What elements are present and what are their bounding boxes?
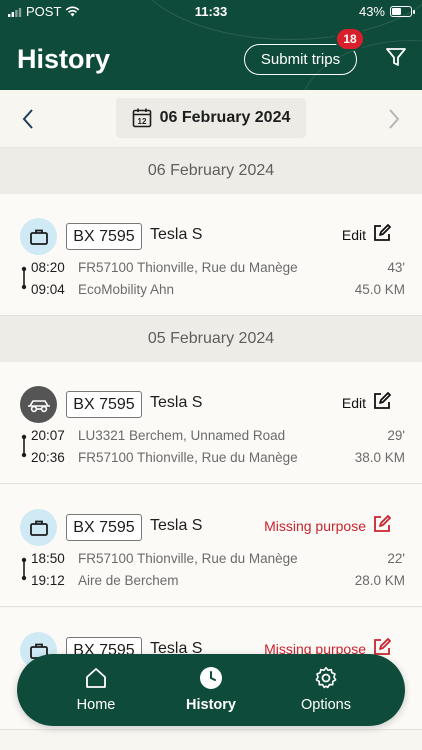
start-time: 08:20 [31,260,65,275]
license-plate: BX 7595 [66,391,142,418]
clock-icon [200,667,222,689]
trip-distance: 28.0 KM [354,573,405,588]
purpose-indicator [20,386,57,423]
edit-trip-button[interactable]: Edit [342,227,366,243]
start-location: FR57100 Thionville, Rue du Manège [78,551,298,566]
trip-card[interactable]: BX 7595 Tesla S Missing purpose 18:50 FR… [0,485,422,607]
trip-distance: 45.0 KM [354,282,405,297]
purpose-indicator [20,509,57,546]
license-plate: BX 7595 [66,514,142,541]
start-time: 18:50 [31,551,65,566]
date-picker-button[interactable]: 12 06 February 2024 [116,98,306,138]
tab-home[interactable]: Home [41,654,151,726]
end-time: 20:36 [31,450,65,465]
license-plate: BX 7595 [66,223,142,250]
previous-day-chevron-icon[interactable] [20,108,36,130]
end-location: EcoMobility Ahn [78,282,175,297]
tab-history-label: History [186,697,236,713]
start-location: LU3321 Berchem, Unnamed Road [78,428,286,443]
end-location: Aire de Berchem [78,573,179,588]
calendar-day-number: 12 [137,117,146,126]
battery-icon [390,6,415,17]
car-model: Tesla S [150,394,203,411]
car-model: Tesla S [150,517,203,534]
route-timeline-icon [21,557,27,581]
edit-trip-button[interactable]: Edit [342,395,366,411]
trip-card[interactable]: BX 7595 Tesla S Edit 08:20 FR57100 Thion… [0,194,422,316]
purpose-indicator [20,218,57,255]
selected-date: 06 February 2024 [159,109,291,126]
page-title: History [17,44,111,74]
edit-icon[interactable] [372,223,392,243]
date-navigation: 12 06 February 2024 [0,90,422,148]
private-car-icon [27,399,50,412]
briefcase-icon [29,520,48,536]
trip-duration: 29' [387,428,405,443]
app-header: POST 11:33 43% History Submit trips 18 [0,0,422,90]
trip-distance: 38.0 KM [354,450,405,465]
missing-purpose-button[interactable]: Missing purpose [264,518,366,534]
end-time: 09:04 [31,282,65,297]
route-timeline-icon [21,266,27,290]
edit-icon[interactable] [372,391,392,411]
day-section-header: 06 February 2024 [0,148,422,194]
battery-percent: 43% [358,4,385,19]
start-location: FR57100 Thionville, Rue du Manège [78,260,298,275]
trip-duration: 43' [387,260,405,275]
edit-icon[interactable] [372,514,392,534]
gear-icon [315,667,337,689]
tab-options-label: Options [301,697,351,713]
filter-icon[interactable] [385,46,407,68]
pending-count-badge: 18 [335,27,365,51]
start-time: 20:07 [31,428,65,443]
tab-history[interactable]: History [156,654,266,726]
calendar-icon: 12 [132,108,151,128]
tab-home-label: Home [76,697,116,713]
tab-options[interactable]: Options [271,654,381,726]
car-model: Tesla S [150,226,203,243]
trip-duration: 22' [387,551,405,566]
trip-card[interactable]: BX 7595 Tesla S Edit 20:07 LU3321 Berche… [0,362,422,484]
route-timeline-icon [21,434,27,458]
status-bar: POST 11:33 43% [0,4,422,22]
day-section-header: 05 February 2024 [0,316,422,362]
end-time: 19:12 [31,573,65,588]
briefcase-icon [29,229,48,245]
battery-group: 43% [358,4,415,19]
bottom-tab-bar: Home History Options [17,654,405,726]
next-day-chevron-icon[interactable] [386,108,402,130]
end-location: FR57100 Thionville, Rue du Manège [78,450,298,465]
home-icon [86,668,106,688]
